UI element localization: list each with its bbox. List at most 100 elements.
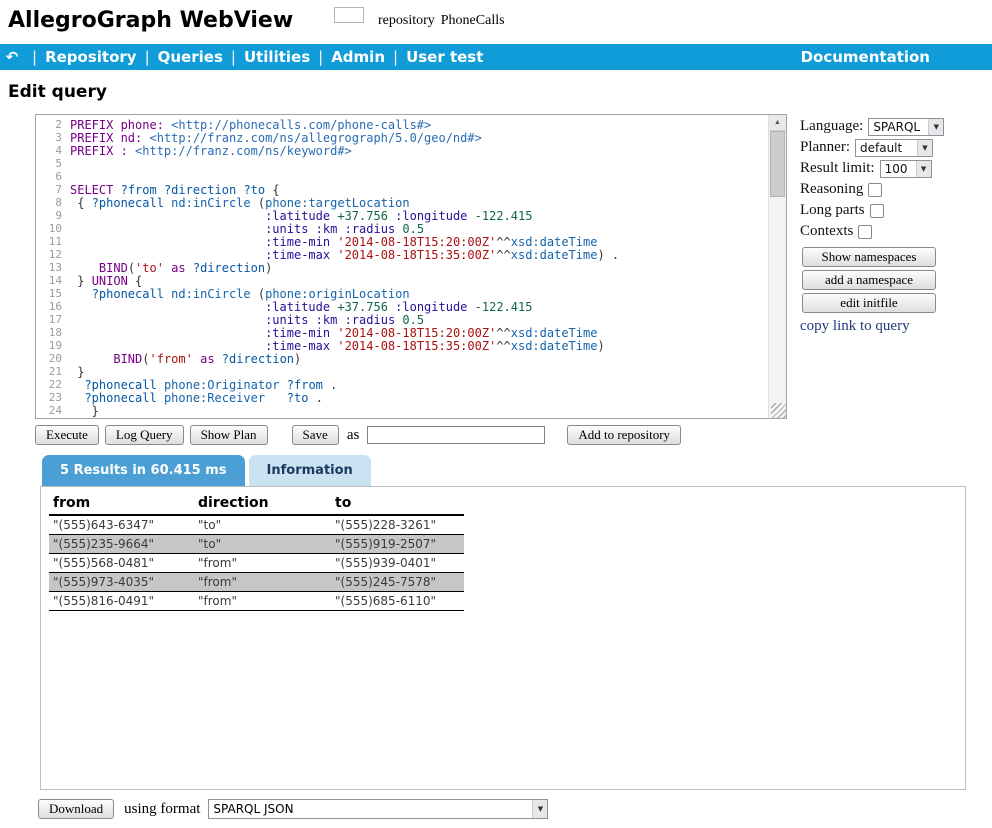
table-row[interactable]: "(555)816-0491""from""(555)685-6110" <box>49 592 464 611</box>
results-tabs: 5 Results in 60.415 ms Information <box>42 455 371 486</box>
code-line: 13 BIND('to' as ?direction) <box>36 261 786 274</box>
language-select[interactable]: SPARQL▼ <box>868 118 944 136</box>
editor-lines: 2PREFIX phone: <http://phonecalls.com/ph… <box>36 115 786 417</box>
code-line: 6 <box>36 170 786 183</box>
format-select[interactable]: SPARQL JSON▼ <box>208 799 548 819</box>
result-limit-row: Result limit: 100▼ <box>800 158 990 179</box>
table-row[interactable]: "(555)973-4035""from""(555)245-7578" <box>49 573 464 592</box>
language-row: Language: SPARQL▼ <box>800 116 990 137</box>
planner-row: Planner: default▼ <box>800 137 990 158</box>
contexts-checkbox[interactable] <box>858 225 872 239</box>
table-cell: "(555)919-2507" <box>331 535 464 554</box>
code-text: ?phonecall phone:Originator ?from . <box>70 378 337 391</box>
result-limit-select[interactable]: 100▼ <box>880 160 932 178</box>
code-line: 16 :latitude +37.756 :longitude -122.415 <box>36 300 786 313</box>
table-cell: "(555)235-9664" <box>49 535 194 554</box>
code-line: 7SELECT ?from ?direction ?to { <box>36 183 786 196</box>
code-text: :time-max '2014-08-18T15:35:00Z'^^xsd:da… <box>70 339 605 352</box>
nav-item-repository[interactable]: Repository <box>45 48 137 66</box>
code-text: :units :km :radius 0.5 <box>70 222 424 235</box>
line-number: 2 <box>36 118 70 131</box>
line-number: 3 <box>36 131 70 144</box>
code-text: PREFIX : <http://franz.com/ns/keyword#> <box>70 144 352 157</box>
nav-item-admin[interactable]: Admin <box>331 48 385 66</box>
execute-button[interactable]: Execute <box>35 425 99 445</box>
editor-scrollbar[interactable]: ▲ <box>768 115 786 418</box>
repository-prefix: repository <box>378 13 435 29</box>
log-query-button[interactable]: Log Query <box>105 425 184 445</box>
using-format-label: using format <box>124 801 200 818</box>
code-line: 19 :time-max '2014-08-18T15:35:00Z'^^xsd… <box>36 339 786 352</box>
resize-grip-icon[interactable] <box>771 403 786 418</box>
code-text: } UNION { <box>70 274 142 287</box>
nav-item-utilities[interactable]: Utilities <box>244 48 310 66</box>
copy-link-to-query[interactable]: copy link to query <box>800 318 990 335</box>
query-name-input[interactable] <box>367 426 545 444</box>
nav-items: |Repository|Queries|Utilities|Admin|User… <box>24 48 483 66</box>
table-row[interactable]: "(555)235-9664""to""(555)919-2507" <box>49 535 464 554</box>
code-line: 11 :time-min '2014-08-18T15:20:00Z'^^xsd… <box>36 235 786 248</box>
repository-label: repository PhoneCalls <box>378 13 505 29</box>
query-editor[interactable]: 2PREFIX phone: <http://phonecalls.com/ph… <box>35 114 787 419</box>
line-number: 22 <box>36 378 70 391</box>
nav-separator: | <box>145 48 150 66</box>
planner-select[interactable]: default▼ <box>855 139 933 157</box>
column-header-direction: direction <box>194 493 331 515</box>
line-number: 21 <box>36 365 70 378</box>
reasoning-label: Reasoning <box>800 181 863 198</box>
code-text: } <box>70 404 99 417</box>
line-number: 9 <box>36 209 70 222</box>
chevron-down-icon: ▼ <box>532 800 547 818</box>
results-table: fromdirectionto "(555)643-6347""to""(555… <box>49 493 464 611</box>
chevron-down-icon: ▼ <box>928 119 943 135</box>
namespace-buttons: Show namespaces add a namespace edit initf… <box>800 247 990 313</box>
show-plan-button[interactable]: Show Plan <box>190 425 268 445</box>
save-button[interactable]: Save <box>292 425 339 445</box>
line-number: 13 <box>36 261 70 274</box>
table-cell: "(555)973-4035" <box>49 573 194 592</box>
scroll-up-icon[interactable]: ▲ <box>769 115 786 131</box>
header-small-field[interactable] <box>334 7 364 23</box>
add-a-namespace-button[interactable]: add a namespace <box>802 270 936 290</box>
contexts-label: Contexts <box>800 223 853 240</box>
code-line: 23 ?phonecall phone:Receiver ?to . <box>36 391 786 404</box>
query-toolbar: Execute Log Query Show Plan Save as Add … <box>35 424 681 446</box>
show-namespaces-button[interactable]: Show namespaces <box>802 247 936 267</box>
download-button[interactable]: Download <box>38 799 114 819</box>
add-to-repository-button[interactable]: Add to repository <box>567 425 681 445</box>
nav-item-queries[interactable]: Queries <box>158 48 223 66</box>
table-cell: "(555)568-0481" <box>49 554 194 573</box>
page-title: Edit query <box>8 82 107 102</box>
line-number: 11 <box>36 235 70 248</box>
line-number: 5 <box>36 157 70 170</box>
line-number: 15 <box>36 287 70 300</box>
scrollbar-thumb[interactable] <box>770 131 785 197</box>
column-header-to: to <box>331 493 464 515</box>
tab-results[interactable]: 5 Results in 60.415 ms <box>42 455 245 486</box>
table-cell: "(555)228-3261" <box>331 515 464 535</box>
code-line: 3PREFIX nd: <http://franz.com/ns/allegro… <box>36 131 786 144</box>
back-icon[interactable]: ↶ <box>0 44 24 70</box>
table-row[interactable]: "(555)643-6347""to""(555)228-3261" <box>49 515 464 535</box>
nav-item-documentation[interactable]: Documentation <box>801 48 930 66</box>
as-label: as <box>347 427 360 444</box>
code-text: ?phonecall nd:inCircle (phone:originLoca… <box>70 287 410 300</box>
nav-item-user-test[interactable]: User test <box>406 48 483 66</box>
table-cell: "(555)816-0491" <box>49 592 194 611</box>
code-text: :latitude +37.756 :longitude -122.415 <box>70 209 532 222</box>
table-cell: "(555)685-6110" <box>331 592 464 611</box>
main-nav: ↶ |Repository|Queries|Utilities|Admin|Us… <box>0 44 992 70</box>
long-parts-checkbox[interactable] <box>870 204 884 218</box>
code-text: :time-min '2014-08-18T15:20:00Z'^^xsd:da… <box>70 326 597 339</box>
code-line: 4PREFIX : <http://franz.com/ns/keyword#> <box>36 144 786 157</box>
long-parts-label: Long parts <box>800 202 865 219</box>
nav-separator: | <box>231 48 236 66</box>
tab-information[interactable]: Information <box>249 455 371 486</box>
reasoning-checkbox[interactable] <box>868 183 882 197</box>
line-number: 24 <box>36 404 70 417</box>
code-line: 17 :units :km :radius 0.5 <box>36 313 786 326</box>
table-row[interactable]: "(555)568-0481""from""(555)939-0401" <box>49 554 464 573</box>
edit-initfile-button[interactable]: edit initfile <box>802 293 936 313</box>
result-limit-label: Result limit: <box>800 160 875 177</box>
line-number: 16 <box>36 300 70 313</box>
